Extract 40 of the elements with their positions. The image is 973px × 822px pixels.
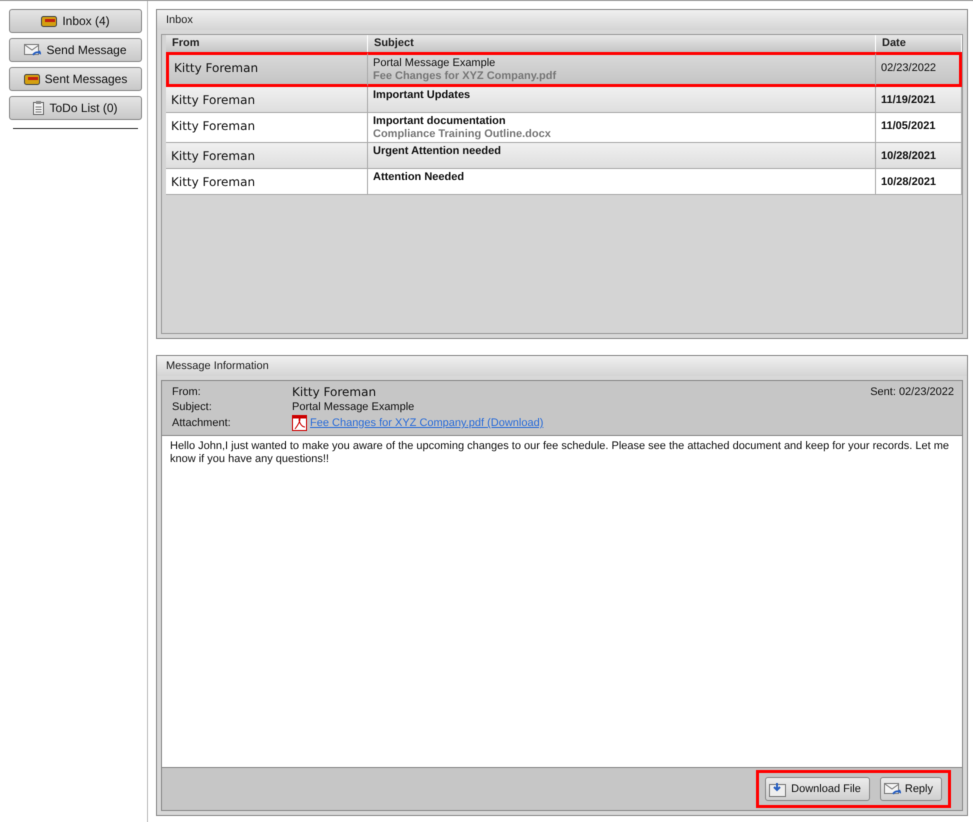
from-cell[interactable]: Kitty Foreman	[166, 113, 368, 143]
panel-title: Inbox	[157, 10, 967, 30]
action-button[interactable]: Download File	[765, 777, 870, 801]
subject-cell[interactable]: Important Updates	[368, 87, 876, 113]
panel-title: Message Information	[157, 356, 967, 376]
subject-cell[interactable]: Attention Needed	[368, 169, 876, 195]
action-button[interactable]: Reply	[880, 777, 942, 801]
envelope-icon	[24, 42, 42, 58]
date-cell[interactable]: 10/28/2021	[876, 169, 962, 195]
subject-cell[interactable]: Important documentation Compliance Training Outline.docx	[368, 113, 876, 143]
from-cell[interactable]: Kitty Foreman	[166, 143, 368, 169]
envelope-icon	[884, 782, 901, 796]
sidebar-button[interactable]: Inbox (4)	[9, 9, 142, 33]
subject-cell[interactable]: Portal Message Example Fee Changes for XYZ Company.pdf	[368, 52, 876, 87]
from-cell[interactable]: Kitty Foreman	[166, 169, 368, 195]
clipboard-icon	[33, 101, 44, 115]
download-icon	[769, 782, 788, 796]
column-header[interactable]: Date	[876, 35, 962, 52]
sidebar-button[interactable]: ToDo List (0)	[9, 96, 142, 120]
field-label: Subject:	[172, 401, 213, 413]
pdf-file-icon	[292, 415, 307, 431]
column-header[interactable]: Subject	[368, 35, 876, 52]
field-label: From:	[172, 386, 202, 398]
date-cell[interactable]: 11/05/2021	[876, 113, 962, 143]
from-cell[interactable]: Kitty Foreman	[166, 52, 368, 87]
field-label: Attachment:	[172, 417, 232, 429]
message-body: Hello John,I just wanted to make you aware of the upcoming changes to our fee schedule. Please see the attached document and keep for your records. Let me know if you have any questions!!	[161, 435, 963, 768]
sent-date: Sent: 02/23/2022	[870, 386, 954, 398]
sidebar-button[interactable]: Sent Messages	[9, 67, 142, 91]
date-cell[interactable]: 11/19/2021	[876, 87, 962, 113]
folder-icon	[24, 74, 40, 84]
subject-text: Portal Message Example	[292, 401, 416, 413]
sidebar-button[interactable]: Send Message	[9, 38, 142, 62]
date-cell[interactable]: 10/28/2021	[876, 143, 962, 169]
sender-name: Kitty Foreman	[292, 385, 378, 399]
folder-icon	[41, 16, 58, 26]
date-cell[interactable]: 02/23/2022	[876, 52, 962, 87]
from-cell[interactable]: Kitty Foreman	[166, 87, 368, 113]
subject-cell[interactable]: Urgent Attention needed	[368, 143, 876, 169]
column-header[interactable]: From	[166, 35, 368, 52]
